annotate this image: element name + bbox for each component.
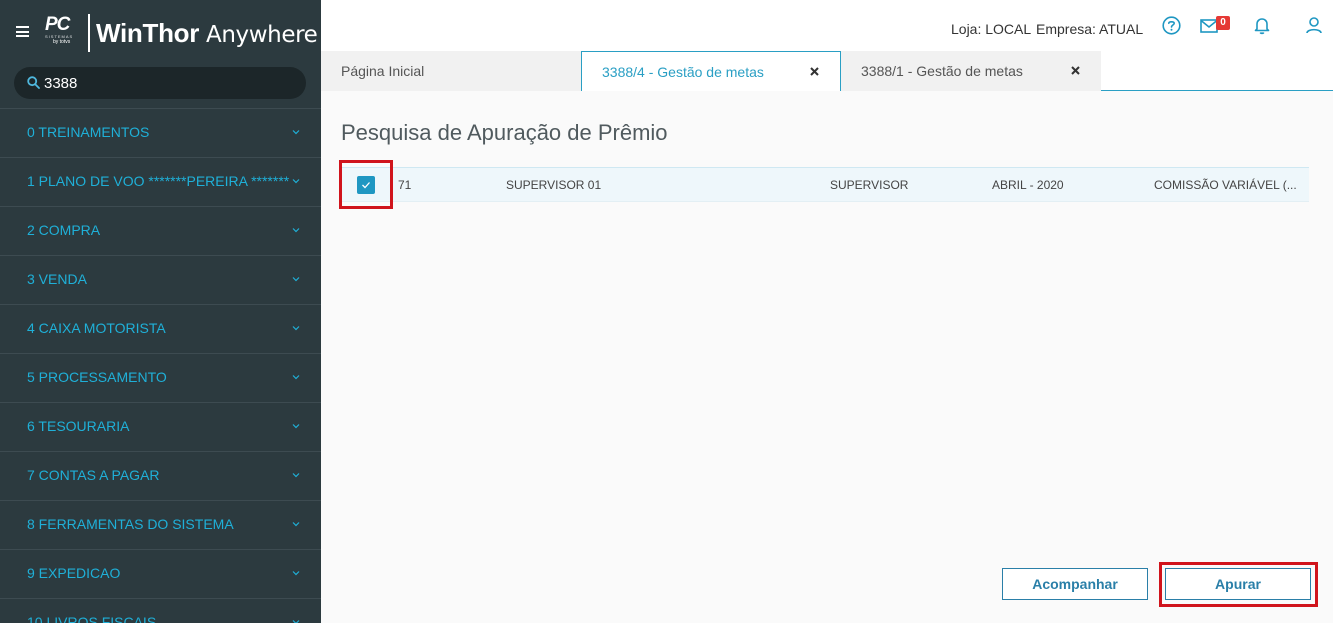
help-icon[interactable] [1162,16,1181,35]
app-brand: WinThor Anywhere [96,18,318,48]
check-icon [362,182,370,189]
chevron-down-icon [292,228,300,233]
sidebar-item-label: 9 EXPEDICAO [27,565,121,581]
cell-type: COMISSÃO VARIÁVEL (... [1154,178,1297,192]
sidebar-item-label: 7 CONTAS A PAGAR [27,467,160,483]
chevron-down-icon [292,620,300,623]
tab-gestao-de-metas-1[interactable]: 3388/1 - Gestão de metas [841,51,1101,91]
cell-name: SUPERVISOR 01 [506,178,602,192]
tab-label: 3388/4 - Gestão de metas [602,64,764,80]
tab-bar: Página Inicial 3388/4 - Gestão de metas … [321,51,1333,92]
sidebar-item-label: 10 LIVROS FISCAIS [27,614,157,623]
sidebar-item-label: 4 CAIXA MOTORISTA [27,320,166,336]
sidebar-item-processamento[interactable]: 5 PROCESSAMENTO [0,353,321,402]
sidebar-menu: 0 TREINAMENTOS 1 PLANO DE VOO *******PER… [0,108,321,623]
tab-label: 3388/1 - Gestão de metas [861,63,1023,79]
search-icon [27,76,40,89]
chevron-down-icon [292,277,300,282]
cell-period: ABRIL - 2020 [992,178,1064,192]
tab-gestao-de-metas-4[interactable]: 3388/4 - Gestão de metas [581,51,841,92]
sidebar-item-label: 5 PROCESSAMENTO [27,369,167,385]
sidebar-item-label: 0 TREINAMENTOS [27,124,150,140]
chevron-down-icon [292,179,300,184]
chevron-down-icon [292,424,300,429]
tab-label: Página Inicial [341,63,425,79]
sidebar-item-label: 6 TESOURARIA [27,418,130,434]
chevron-down-icon [292,571,300,576]
main-content: Pesquisa de Apuração de Prêmio 71 SUPERV… [321,91,1333,623]
sidebar-item-venda[interactable]: 3 VENDA [0,255,321,304]
mail-count-badge: 0 [1216,16,1230,30]
chevron-down-icon [292,375,300,380]
hamburger-menu-icon[interactable] [16,26,29,37]
empresa-label: Empresa: ATUAL [1036,21,1144,37]
sidebar-item-treinamentos[interactable]: 0 TREINAMENTOS [0,108,321,157]
chevron-down-icon [292,473,300,478]
table-row[interactable]: 71 SUPERVISOR 01 SUPERVISOR ABRIL - 2020… [341,167,1309,202]
sidebar-item-contas-a-pagar[interactable]: 7 CONTAS A PAGAR [0,451,321,500]
sidebar-item-plano-de-voo[interactable]: 1 PLANO DE VOO *******PEREIRA ******* [0,157,321,206]
sidebar-item-label: 1 PLANO DE VOO *******PEREIRA ******* [27,173,290,189]
chevron-down-icon [292,130,300,135]
page-title: Pesquisa de Apuração de Prêmio [341,120,668,145]
search-box [14,67,306,99]
cell-role: SUPERVISOR [830,178,909,192]
top-bar: Loja: LOCAL Empresa: ATUAL 0 [321,0,1333,51]
user-icon[interactable] [1305,16,1323,34]
sidebar-item-label: 2 COMPRA [27,222,101,238]
tab-pagina-inicial[interactable]: Página Inicial [321,51,581,91]
sidebar-item-expedicao[interactable]: 9 EXPEDICAO [0,549,321,598]
mail-button[interactable]: 0 [1200,16,1232,34]
bell-icon[interactable] [1253,16,1271,35]
sidebar-item-label: 8 FERRAMENTAS DO SISTEMA [27,516,234,532]
sidebar-item-livros-fiscais[interactable]: 10 LIVROS FISCAIS [0,598,321,623]
loja-label: Loja: LOCAL [951,21,1032,37]
sidebar-item-ferramentas-do-sistema[interactable]: 8 FERRAMENTAS DO SISTEMA [0,500,321,549]
sidebar-item-label: 3 VENDA [27,271,87,287]
sidebar-item-tesouraria[interactable]: 6 TESOURARIA [0,402,321,451]
apurar-button[interactable]: Apurar [1165,568,1311,600]
pc-sistemas-logo: PC SISTEMAS by totvs [45,14,74,45]
sidebar-item-compra[interactable]: 2 COMPRA [0,206,321,255]
sidebar-header: PC SISTEMAS by totvs WinThor Anywhere [0,0,321,64]
row-checkbox[interactable] [357,176,375,194]
sidebar-item-caixa-motorista[interactable]: 4 CAIXA MOTORISTA [0,304,321,353]
chevron-down-icon [292,522,300,527]
acompanhar-button[interactable]: Acompanhar [1002,568,1148,600]
close-icon[interactable] [810,67,819,76]
close-icon[interactable] [1071,66,1080,75]
search-input[interactable] [44,67,294,99]
logo-divider [88,14,90,52]
sidebar: PC SISTEMAS by totvs WinThor Anywhere 0 … [0,0,321,623]
chevron-down-icon [292,326,300,331]
cell-code: 71 [398,178,412,192]
